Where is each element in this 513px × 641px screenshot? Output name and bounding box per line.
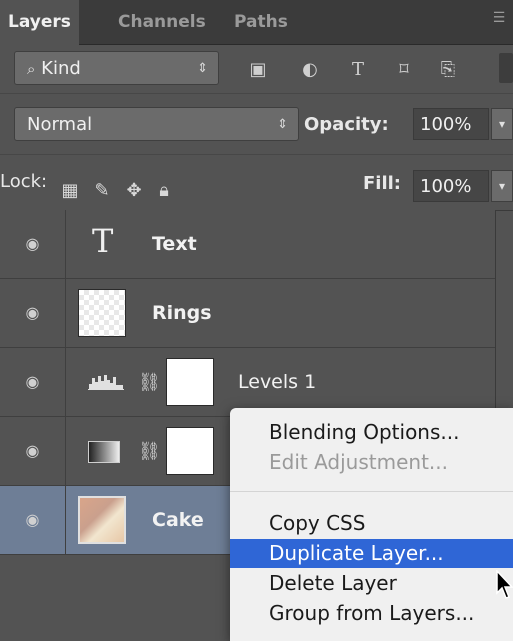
lock-label: Lock: [0,171,48,192]
filter-kind-label: Kind [41,58,81,79]
blend-mode-value: Normal [27,114,93,135]
lock-all-icon[interactable]: 🔒︎ [152,179,176,203]
menu-item-edit-adjustment: Edit Adjustment... [269,450,448,474]
visibility-eye-icon[interactable]: ◉ [0,417,66,485]
tab-channels[interactable]: Channels [110,0,214,44]
layer-row-levels[interactable]: ◉ ⛓ Levels 1 [0,348,495,417]
blend-mode-select[interactable]: Normal ⇕ [14,107,299,141]
opacity-dropdown-button[interactable]: ▾ [491,108,513,140]
fill-input[interactable]: 100% [413,170,489,202]
opacity-input[interactable]: 100% [413,108,489,140]
menu-item-delete-layer[interactable]: Delete Layer [230,569,513,598]
filter-toggle[interactable] [499,53,513,83]
filter-kind-select[interactable]: ⌕ Kind ⇕ [14,51,219,85]
layer-row-text[interactable]: ◉ T Text [0,210,495,279]
link-chain-icon[interactable]: ⛓ [138,441,161,462]
lock-transparent-pixels-icon[interactable]: ▦ [58,179,82,203]
shape-filter-icon[interactable]: ⌑ [393,59,415,81]
type-layer-icon: T [92,222,114,260]
panel-menu-icon[interactable]: ☰ [489,10,509,30]
menu-item-duplicate-layer[interactable]: Duplicate Layer... [230,539,513,568]
lock-image-pixels-icon[interactable]: ✎ [90,179,114,203]
mouse-cursor-icon [496,570,513,599]
layers-panel: Layers Channels Paths ☰ ⌕ Kind ⇕ ▣ ◐ T ⌑… [0,0,513,641]
smart-object-filter-icon[interactable]: ⎘ [437,59,459,81]
layer-name: Rings [152,302,212,324]
layer-thumbnail [78,289,126,337]
filter-row: ⌕ Kind ⇕ ▣ ◐ T ⌑ ⎘ [0,45,513,94]
visibility-eye-icon[interactable]: ◉ [0,486,66,554]
gradient-map-adjustment-icon [88,441,120,463]
visibility-eye-icon[interactable]: ◉ [0,348,66,416]
opacity-label: Opacity: [304,114,389,135]
layer-name: Levels 1 [238,371,317,393]
tab-paths[interactable]: Paths [226,0,296,44]
lock-position-icon[interactable]: ✥ [122,179,146,203]
levels-adjustment-icon [88,372,124,390]
select-arrows-icon: ⇕ [277,117,288,132]
blend-row: Normal ⇕ Opacity: 100% ▾ [0,94,513,155]
visibility-eye-icon[interactable]: ◉ [0,210,66,278]
layer-name: Cake [152,509,204,531]
fill-dropdown-button[interactable]: ▾ [491,170,513,202]
pixel-filter-icon[interactable]: ▣ [247,59,269,81]
menu-item-group-from-layers[interactable]: Group from Layers... [230,599,513,628]
layer-mask-thumbnail [166,358,214,406]
search-icon: ⌕ [27,60,36,78]
layer-mask-thumbnail [166,427,214,475]
adjustment-filter-icon[interactable]: ◐ [299,59,321,81]
layer-name: Text [152,233,197,255]
tab-layers[interactable]: Layers [0,0,79,45]
layer-thumbnail [78,496,126,544]
type-filter-icon[interactable]: T [347,59,369,81]
panel-tab-bar: Layers Channels Paths ☰ [0,0,513,45]
menu-item-blending-options[interactable]: Blending Options... [230,418,513,447]
layer-row-rings[interactable]: ◉ Rings [0,279,495,348]
menu-separator [230,491,513,492]
select-arrows-icon: ⇕ [197,61,208,76]
menu-item-copy-css[interactable]: Copy CSS [230,509,513,538]
fill-label: Fill: [363,173,402,194]
layer-context-menu: Blending Options... Edit Adjustment... C… [230,408,513,641]
visibility-eye-icon[interactable]: ◉ [0,279,66,347]
link-chain-icon[interactable]: ⛓ [138,372,161,393]
